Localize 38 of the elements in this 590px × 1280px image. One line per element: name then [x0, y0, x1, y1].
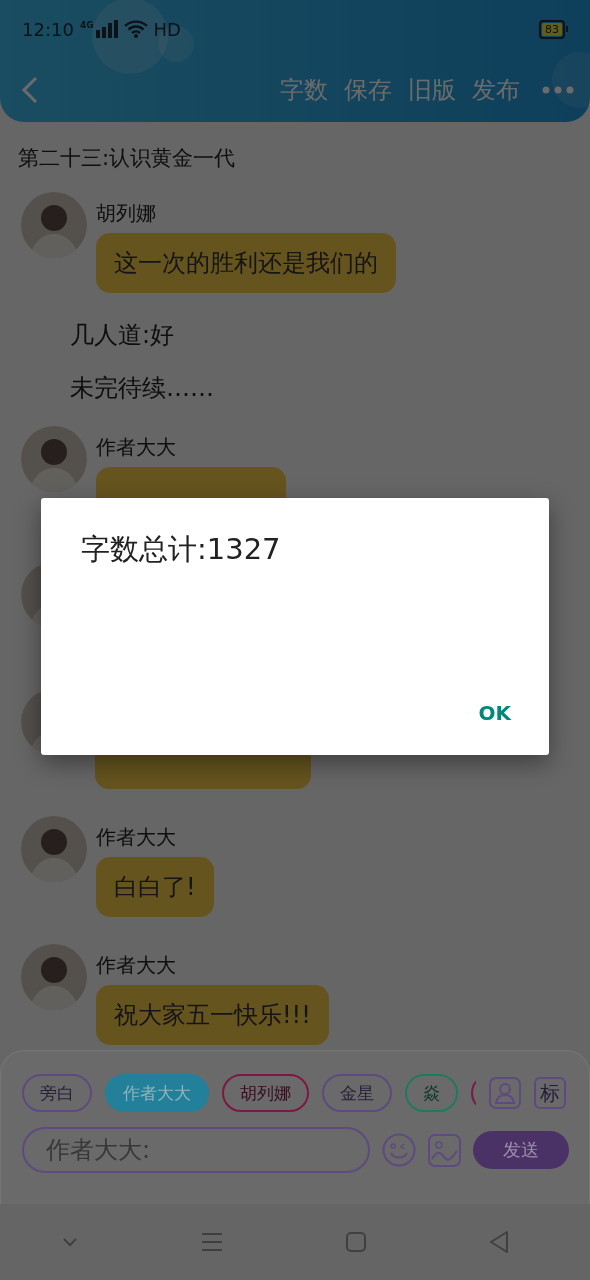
wifi-icon — [123, 20, 148, 38]
network-label: 4G — [79, 20, 94, 30]
message-bubble: 白白了! — [96, 857, 214, 917]
home-icon[interactable] — [345, 1232, 366, 1252]
speaker-name: 作者大大 — [96, 952, 176, 979]
toolbar-action[interactable]: 保存 — [336, 74, 400, 106]
message-bubble: 祝大家五一快乐!!! — [96, 985, 329, 1045]
emoji-icon[interactable] — [382, 1133, 416, 1167]
image-icon[interactable] — [428, 1133, 461, 1167]
speaker-chip[interactable]: 金星 — [322, 1074, 392, 1112]
battery-indicator: 83 — [539, 19, 568, 39]
signal-icon — [95, 20, 118, 38]
ok-button[interactable]: OK — [464, 695, 525, 731]
person-icon[interactable] — [489, 1077, 521, 1109]
speaker-name: 作者大大 — [96, 434, 176, 461]
toolbar-action[interactable]: 发布 — [464, 74, 528, 106]
speaker-chip[interactable]: 作者大大 — [105, 1074, 209, 1112]
speaker-chip[interactable]: 旁白 — [22, 1074, 92, 1112]
speaker-name: 胡列娜 — [96, 200, 156, 227]
chapter-title: 第二十三:认识黄金一代 — [18, 145, 237, 172]
toolbar-action[interactable]: 旧版 — [400, 74, 464, 106]
hd-label: HD — [153, 18, 181, 40]
speaker-chip[interactable]: 胡列娜 — [222, 1074, 309, 1112]
menu-icon[interactable] — [200, 1232, 223, 1252]
speaker-chip[interactable]: 焱 — [405, 1074, 458, 1112]
speaker-name: 作者大大 — [96, 824, 176, 851]
back-icon[interactable] — [488, 1231, 509, 1253]
send-button[interactable]: 发送 — [473, 1131, 569, 1169]
narration-line: 未完待续…… — [70, 373, 215, 404]
collapse-icon[interactable] — [61, 1237, 78, 1247]
more-icon[interactable] — [542, 85, 574, 95]
message-bubble: 这一次的胜利还是我们的 — [96, 233, 396, 293]
toolbar-action[interactable]: 字数 — [272, 74, 336, 106]
narration-line: 几人道:好 — [70, 320, 176, 351]
dialog-message: 字数总计:1327 — [81, 531, 281, 568]
tag-button[interactable]: 标 — [534, 1077, 566, 1109]
back-icon[interactable] — [20, 76, 40, 104]
clock: 12:10 — [22, 18, 74, 40]
